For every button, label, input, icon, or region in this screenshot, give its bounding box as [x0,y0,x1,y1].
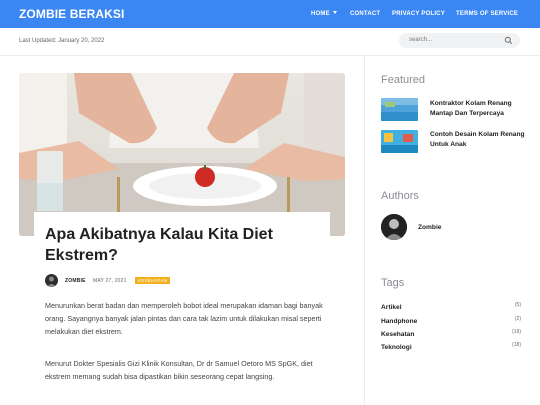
author-avatar-small[interactable] [45,274,58,287]
tag-count: (18) [512,342,521,348]
featured-heading: Featured [381,74,426,86]
chevron-down-icon [332,11,337,14]
featured-thumbnail-2[interactable] [381,130,418,153]
post-author[interactable]: ZOMBIE [65,278,86,284]
category-badge[interactable]: KESEHATAN [135,277,171,284]
pool-image [381,98,418,121]
tag-name[interactable]: Teknologi [381,344,412,351]
post-paragraph: Menurunkan berat badan dan memperoleh bo… [45,301,323,336]
kids-pool-image [381,130,418,153]
search-input[interactable]: search... [399,33,520,48]
tag-item[interactable]: Kesehatan (19) [381,329,521,341]
tags-heading: Tags [381,277,405,289]
tag-count: (5) [514,302,521,308]
sidebar-divider [364,56,365,405]
nav-item-contact[interactable]: CONTACT [350,11,380,17]
tag-item[interactable]: Handphone (2) [381,316,521,328]
tag-name[interactable]: Kesehatan [381,331,414,338]
nav-item-privacy-policy[interactable]: PRIVACY POLICY [392,11,445,17]
tag-item[interactable]: Teknologi (18) [381,342,521,354]
last-updated-text: Last Updated: January 20, 2022 [19,38,105,44]
search-icon[interactable] [504,36,513,45]
post-title[interactable]: Apa Akibatnya Kalau Kita Diet Ekstrem? [45,224,315,266]
avatar-icon [47,276,56,287]
post-date: MAY 27, 2021 [93,278,127,284]
top-navbar: ZOMBIE BERAKSI HOME CONTACT PRIVACY POLI… [0,0,540,28]
nav-home-label: HOME [311,11,330,17]
featured-thumbnail-1[interactable] [381,98,418,121]
nav-item-terms-of-service[interactable]: TERMS OF SERVICE [456,11,518,17]
sub-header: Last Updated: January 20, 2022 search... [0,28,540,56]
author-avatar[interactable] [381,214,407,240]
tag-name[interactable]: Handphone [381,318,417,325]
post-paragraph: Menurut Dokter Spesialis Gizi Klinik Kon… [45,359,313,381]
site-logo[interactable]: ZOMBIE BERAKSI [19,7,124,21]
authors-heading: Authors [381,190,419,202]
tag-count: (19) [512,329,521,335]
tag-count: (2) [514,316,521,322]
tag-item[interactable]: Artikel (5) [381,302,521,314]
nav-item-home[interactable]: HOME [311,11,337,17]
featured-post-title-2[interactable]: Contoh Desain Kolam Renang Untuk Anak [430,130,525,150]
featured-post-title-1[interactable]: Kontraktor Kolam Renang Mantap Dan Terpe… [430,99,525,119]
tag-name[interactable]: Artikel [381,304,402,311]
search-placeholder: search... [409,37,433,43]
author-name[interactable]: Zombie [418,224,441,231]
zombie-avatar-icon [381,214,407,240]
